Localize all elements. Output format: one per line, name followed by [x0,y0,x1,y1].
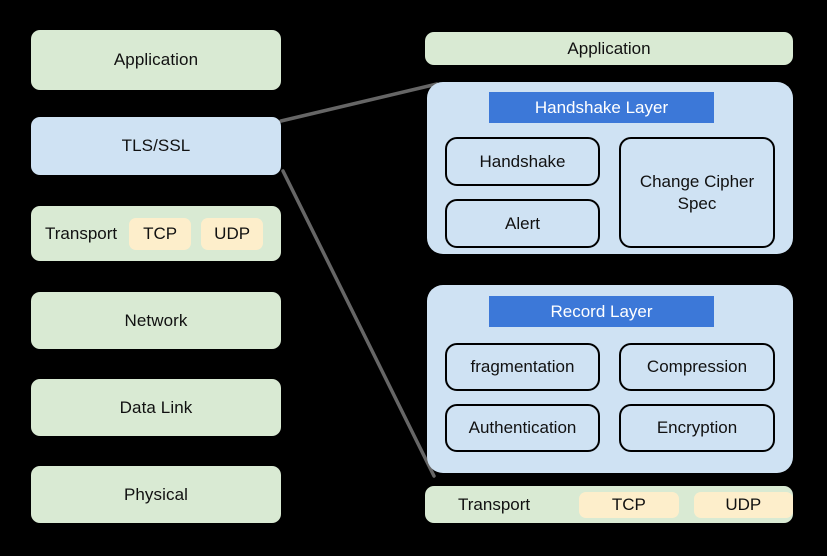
right-transport-bar-label: Transport [458,494,531,514]
left-layer-tls-ssl-label: TLS/SSL [121,136,191,155]
right-transport-pill-udp[interactable]: UDP [693,491,793,518]
right-application-bar-label: Application [567,38,651,58]
right-transport-bar[interactable]: Transport TCP UDP [425,486,793,523]
diagram-canvas: Application TLS/SSL Transport TCP UDP Ne… [0,0,827,556]
left-layer-data-link[interactable]: Data Link [31,379,281,436]
handshake-box-handshake-label: Handshake [479,151,566,171]
handshake-box-alert-label: Alert [505,213,540,233]
record-box-authentication[interactable]: Authentication [445,404,600,452]
left-layer-application[interactable]: Application [31,30,281,90]
left-layer-physical[interactable]: Physical [31,466,281,523]
connector-tls-to-record [281,169,436,478]
handshake-box-handshake[interactable]: Handshake [445,137,600,186]
record-box-compression-label: Compression [646,357,748,377]
record-panel-header-label: Record Layer [550,301,653,321]
left-layer-application-label: Application [113,50,199,69]
left-transport-pill-udp-label: UDP [214,223,251,243]
left-transport-pill-tcp[interactable]: TCP [129,217,192,250]
handshake-panel-header: Handshake Layer [489,92,714,123]
left-transport-pill-udp[interactable]: UDP [201,217,264,250]
record-box-encryption[interactable]: Encryption [619,404,775,452]
left-layer-transport-label: Transport [45,223,118,243]
left-layer-data-link-label: Data Link [119,397,193,417]
handshake-box-change-cipher-spec[interactable]: Change Cipher Spec [619,137,775,248]
left-layer-network-label: Network [124,310,188,330]
connector-tls-to-handshake [279,82,439,123]
left-transport-pill-tcp-label: TCP [143,223,178,243]
handshake-box-change-cipher-spec-label: Change Cipher Spec [639,172,755,213]
record-box-fragmentation[interactable]: fragmentation [445,343,600,391]
left-layer-physical-label: Physical [123,484,189,504]
record-panel-header: Record Layer [489,296,714,327]
right-application-bar[interactable]: Application [425,32,793,65]
record-panel: Record Layer fragmentation Compression A… [427,285,793,473]
handshake-panel-header-label: Handshake Layer [534,97,669,117]
record-box-authentication-label: Authentication [468,418,577,438]
record-box-fragmentation-label: fragmentation [470,357,575,377]
handshake-box-alert[interactable]: Alert [445,199,600,248]
record-box-encryption-label: Encryption [656,418,738,438]
left-layer-tls-ssl[interactable]: TLS/SSL [31,117,281,175]
record-box-compression[interactable]: Compression [619,343,775,391]
right-transport-pill-tcp[interactable]: TCP [579,491,679,518]
left-layer-transport[interactable]: Transport TCP UDP [31,206,281,261]
handshake-panel: Handshake Layer Handshake Alert Change C… [427,82,793,254]
left-layer-network[interactable]: Network [31,292,281,349]
right-transport-pill-tcp-label: TCP [611,494,646,514]
right-transport-pill-udp-label: UDP [725,494,762,514]
